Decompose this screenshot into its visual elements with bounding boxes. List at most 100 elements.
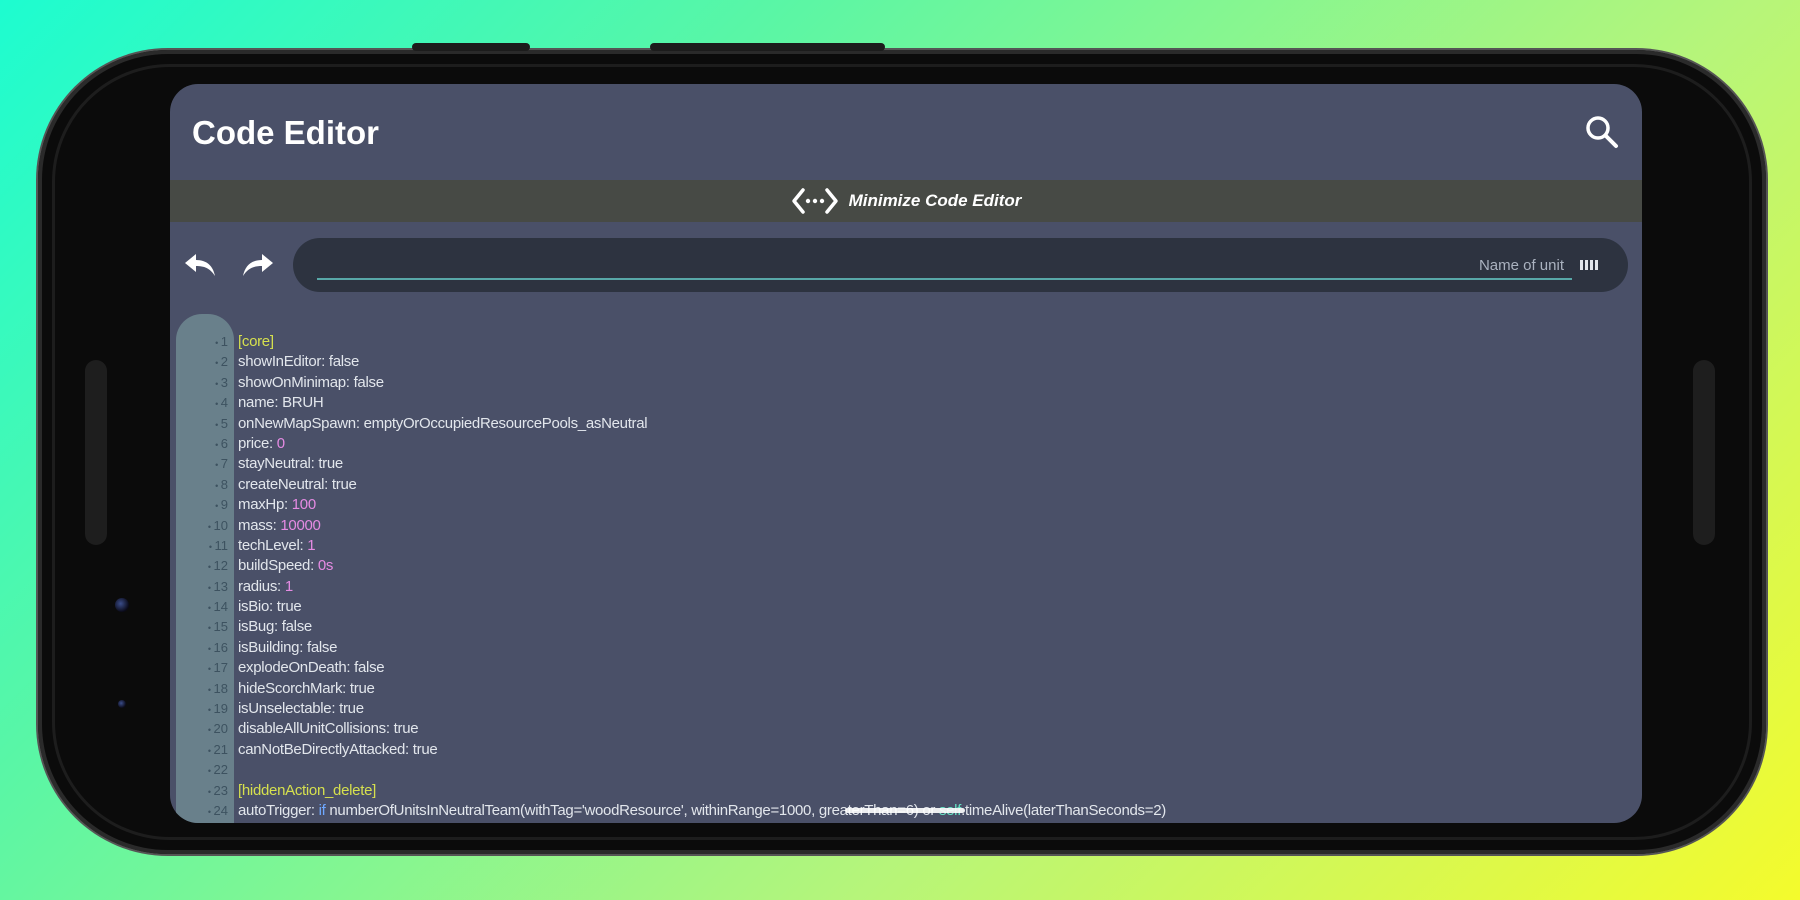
- code-line: 3 showOnMinimap: false: [176, 373, 1642, 393]
- line-number: 2: [176, 352, 228, 373]
- section-header: [core]: [238, 333, 274, 350]
- code-line: 23 [hiddenAction_delete]: [176, 781, 1642, 801]
- line-number: 7: [176, 454, 228, 475]
- phone-speaker-right: [1693, 360, 1715, 545]
- code-key: isBio:: [238, 598, 273, 616]
- app-title: Code Editor: [192, 114, 379, 151]
- input-underline: [317, 278, 1572, 280]
- code-text: techLevel: 1: [238, 536, 316, 556]
- code-line: 21 canNotBeDirectlyAttacked: true: [176, 740, 1642, 760]
- phone-sensor-icon: [118, 700, 126, 708]
- code-line: 6 price: 0: [176, 434, 1642, 454]
- code-value: 1: [284, 577, 293, 595]
- line-number: 19: [176, 699, 228, 720]
- code-key: showOnMinimap:: [238, 373, 350, 391]
- code-key: isBug:: [238, 618, 278, 636]
- code-value: 1: [307, 536, 316, 554]
- phone-speaker-left: [85, 360, 107, 545]
- code-key: stayNeutral:: [238, 455, 315, 473]
- code-expression-tail: .timeAlive(laterThanSeconds=2): [961, 801, 1166, 819]
- code-text: [core]: [238, 332, 274, 352]
- line-number: 1: [176, 332, 228, 353]
- code-key: isUnselectable:: [238, 700, 336, 718]
- phone-power-button: [650, 43, 885, 51]
- code-value: BRUH: [282, 394, 324, 412]
- field-action-icon[interactable]: [1580, 258, 1598, 272]
- line-number: 17: [176, 658, 228, 679]
- code-value: false: [353, 373, 384, 391]
- code-line: 20 disableAllUnitCollisions: true: [176, 719, 1642, 739]
- line-number: 10: [176, 516, 228, 537]
- unit-name-input[interactable]: [317, 248, 1566, 282]
- code-key: isBuilding:: [238, 638, 304, 656]
- code-text: showInEditor: false: [238, 352, 359, 372]
- code-line: 15 isBug: false: [176, 617, 1642, 637]
- code-text: canNotBeDirectlyAttacked: true: [238, 740, 438, 760]
- code-line: 12 buildSpeed: 0s: [176, 556, 1642, 576]
- code-key: buildSpeed:: [238, 557, 314, 575]
- phone-volume-button: [412, 43, 530, 51]
- code-line: 17 explodeOnDeath: false: [176, 658, 1642, 678]
- redo-button[interactable]: [240, 250, 276, 280]
- code-line: 7 stayNeutral: true: [176, 454, 1642, 474]
- code-text: hideScorchMark: true: [238, 679, 375, 699]
- code-text: isUnselectable: true: [238, 699, 364, 719]
- code-text: showOnMinimap: false: [238, 373, 384, 393]
- code-value: false: [281, 618, 312, 636]
- undo-icon: [185, 254, 215, 276]
- code-line: 4 name: BRUH: [176, 393, 1642, 413]
- code-value: 0s: [317, 557, 334, 575]
- app-bar: Code Editor: [170, 84, 1642, 180]
- code-value: 0: [276, 434, 285, 452]
- code-key: radius:: [238, 577, 281, 595]
- home-indicator[interactable]: [845, 808, 965, 813]
- code-key: techLevel:: [238, 536, 304, 554]
- code-line: 11 techLevel: 1: [176, 536, 1642, 556]
- line-number: 3: [176, 373, 228, 394]
- unit-name-field: [293, 238, 1628, 292]
- code-key: onNewMapSpawn:: [238, 414, 360, 432]
- code-line: 5 onNewMapSpawn: emptyOrOccupiedResourceP…: [176, 414, 1642, 434]
- code-text: [hiddenAction_delete]: [238, 781, 376, 801]
- code-text: isBio: true: [238, 597, 302, 617]
- line-number: 4: [176, 393, 228, 414]
- code-key: createNeutral:: [238, 475, 329, 493]
- code-key: disableAllUnitCollisions:: [238, 720, 390, 738]
- code-key: explodeOnDeath:: [238, 659, 351, 677]
- line-number: 23: [176, 781, 228, 802]
- code-value: 100: [291, 496, 316, 514]
- undo-button[interactable]: [182, 250, 218, 280]
- code-value: true: [318, 455, 343, 473]
- code-line: 2 showInEditor: false: [176, 352, 1642, 372]
- code-text: isBuilding: false: [238, 638, 337, 658]
- editor-toolbar: [170, 238, 1642, 294]
- line-number: 24: [176, 801, 228, 822]
- code-key: price:: [238, 434, 273, 452]
- code-text: price: 0: [238, 434, 285, 454]
- code-editor[interactable]: 1 [core] 2 showInEditor: false 3 showOnMinima…: [176, 314, 1642, 823]
- code-text: isBug: false: [238, 617, 312, 637]
- code-key: mass:: [238, 516, 277, 534]
- minimize-code-editor-button[interactable]: Minimize Code Editor: [170, 180, 1642, 222]
- code-text: autoTrigger: if numberOfUnitsInNeutralTe…: [238, 801, 1166, 821]
- line-number: 20: [176, 719, 228, 740]
- search-button[interactable]: [1582, 112, 1622, 152]
- line-number: 18: [176, 679, 228, 700]
- line-number: 14: [176, 597, 228, 618]
- code-value: true: [349, 679, 375, 697]
- code-line: 14 isBio: true: [176, 597, 1642, 617]
- code-value: true: [393, 720, 419, 738]
- code-line: 10 mass: 10000: [176, 516, 1642, 536]
- code-value: false: [306, 638, 338, 656]
- phone-camera-icon: [115, 598, 129, 612]
- minimize-label: Minimize Code Editor: [848, 191, 1022, 210]
- code-line: 18 hideScorchMark: true: [176, 679, 1642, 699]
- code-line: 8 createNeutral: true: [176, 475, 1642, 495]
- code-value: false: [328, 353, 360, 371]
- code-keyword: if: [318, 801, 326, 819]
- line-number: 9: [176, 495, 228, 516]
- code-line: 22: [176, 760, 1642, 780]
- code-line: 16 isBuilding: false: [176, 638, 1642, 658]
- code-value: false: [354, 659, 385, 677]
- line-number: 16: [176, 638, 228, 659]
